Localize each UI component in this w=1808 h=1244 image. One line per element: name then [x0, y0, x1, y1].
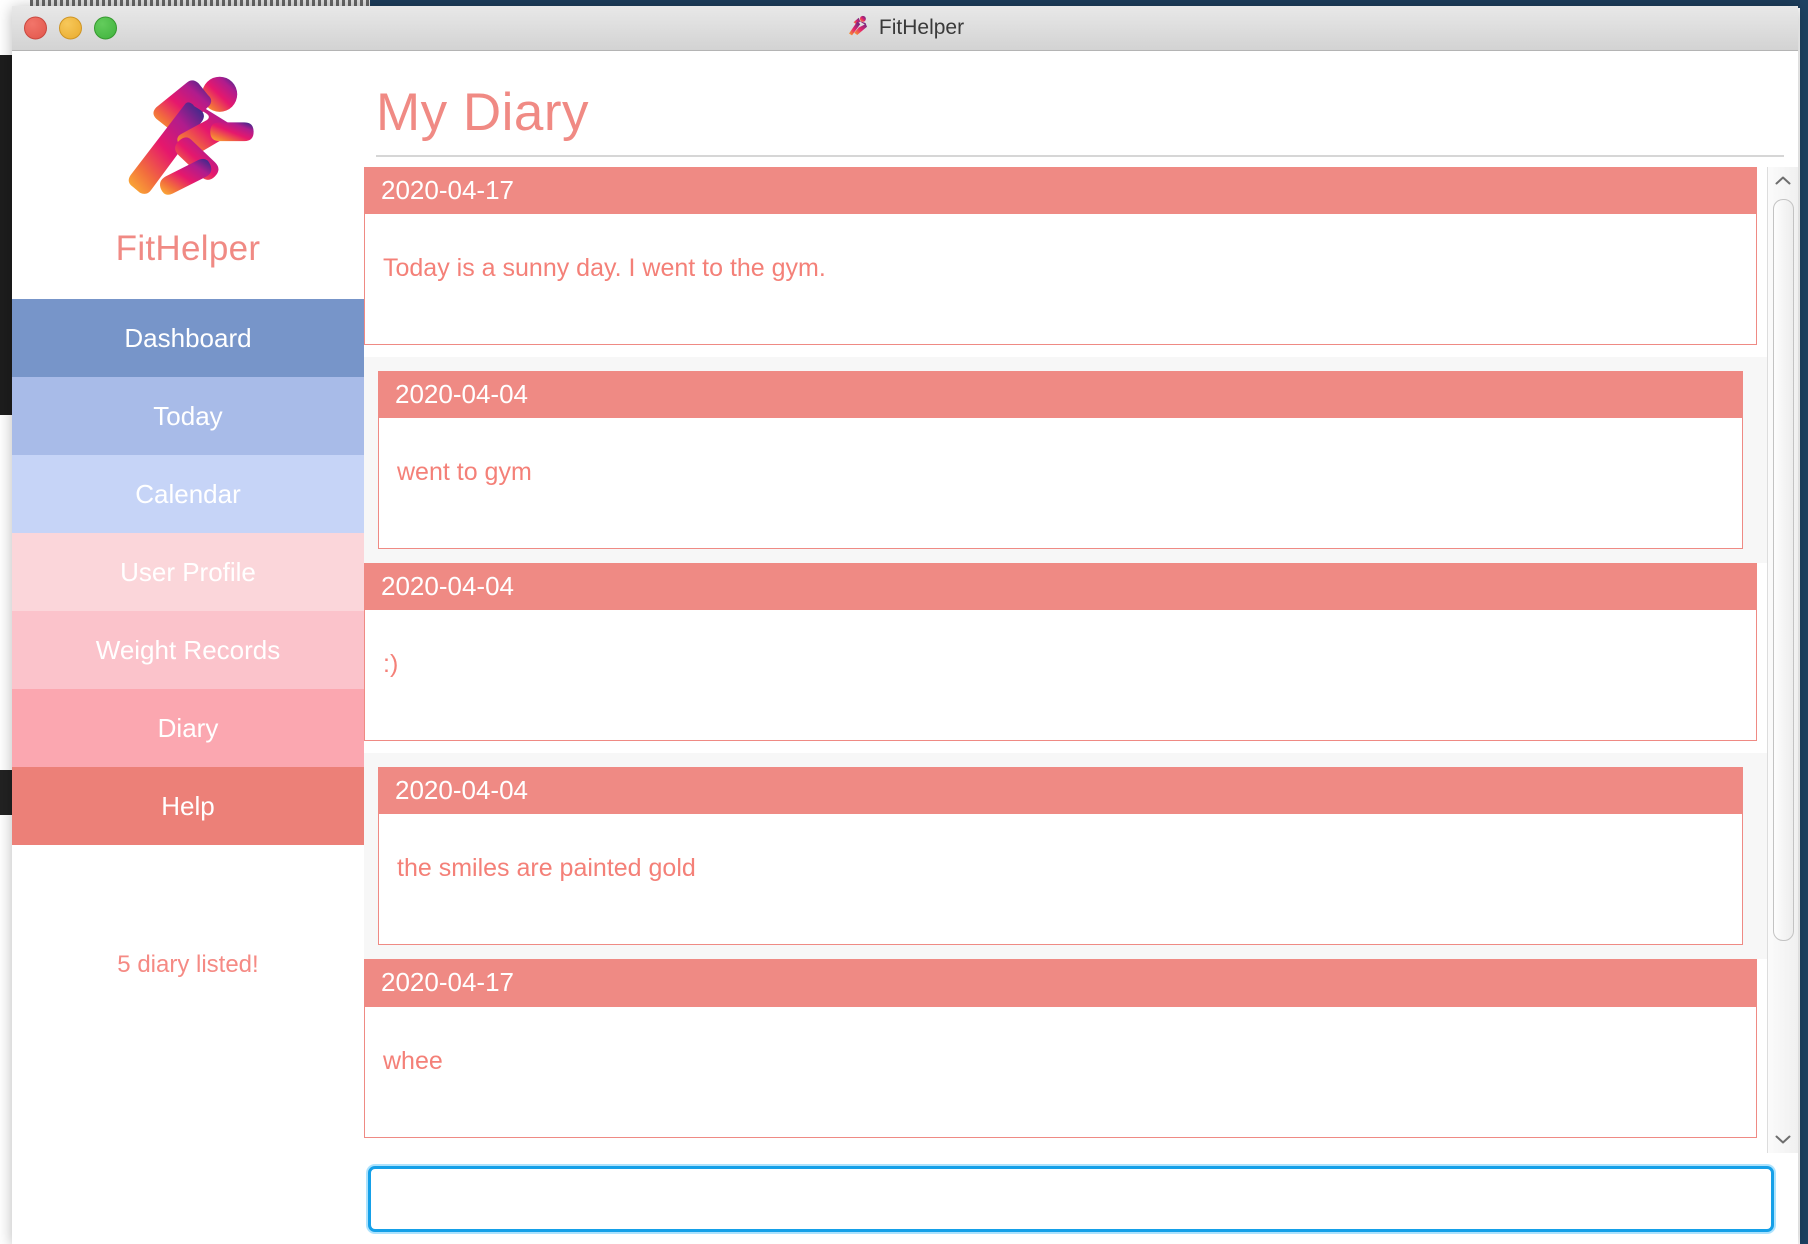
diary-card[interactable]: 2020-04-04 the smiles are painted gold	[378, 767, 1743, 946]
diary-text: the smiles are painted gold	[397, 854, 696, 883]
sidebar-item-weight-records[interactable]: Weight Records	[12, 611, 364, 689]
sidebar-item-today[interactable]: Today	[12, 377, 364, 455]
list-item[interactable]: 2020-04-17 whee	[364, 959, 1767, 1149]
vertical-scrollbar[interactable]	[1767, 166, 1798, 1153]
diary-text: went to gym	[397, 458, 532, 487]
diary-card[interactable]: 2020-04-17 whee	[364, 959, 1757, 1138]
sidebar-item-label: Today	[153, 400, 223, 431]
brand-name: FitHelper	[115, 229, 261, 268]
diary-date: 2020-04-04	[379, 767, 1742, 815]
diary-input-bar	[364, 1153, 1798, 1244]
zoom-button[interactable]	[94, 16, 117, 40]
window-title-group: FitHelper	[846, 14, 964, 43]
diary-date: 2020-04-04	[379, 370, 1742, 419]
fithelper-window: FitHelper FitHelper Dashboard Today Cale…	[12, 6, 1798, 1244]
sidebar-item-calendar[interactable]: Calendar	[12, 455, 364, 533]
diary-date: 2020-04-17	[365, 959, 1756, 1007]
main-panel: My Diary 2020-04-17 Today is a sunny day…	[364, 51, 1798, 1244]
chevron-up-icon[interactable]	[1768, 167, 1798, 195]
diary-text: Today is a sunny day. I went to the gym.	[383, 253, 826, 282]
minimize-button[interactable]	[59, 16, 82, 40]
list-item[interactable]: 2020-04-04 :)	[364, 563, 1767, 753]
sidebar-item-dashboard[interactable]: Dashboard	[12, 299, 364, 377]
window-title: FitHelper	[878, 16, 965, 39]
diary-card[interactable]: 2020-04-17 Today is a sunny day. I went …	[364, 166, 1757, 345]
sidebar-item-help[interactable]: Help	[12, 767, 364, 845]
close-button[interactable]	[24, 16, 47, 40]
scrollbar-track[interactable]	[1768, 195, 1798, 1125]
diary-list[interactable]: 2020-04-17 Today is a sunny day. I went …	[364, 166, 1767, 1153]
diary-date: 2020-04-04	[365, 563, 1756, 611]
background-window-right-edge	[1800, 0, 1808, 1244]
title-divider	[376, 154, 1784, 157]
running-figure-logo	[113, 65, 263, 215]
diary-card[interactable]: 2020-04-04 :)	[364, 563, 1757, 742]
window-title-bar: FitHelper	[12, 6, 1798, 51]
scrollbar-thumb[interactable]	[1773, 198, 1794, 941]
diary-text: whee	[383, 1046, 443, 1075]
sidebar-item-label: Help	[161, 790, 215, 821]
window-body: FitHelper Dashboard Today Calendar User …	[12, 51, 1798, 1244]
sidebar-item-label: Weight Records	[95, 634, 281, 665]
sidebar-nav: Dashboard Today Calendar User Profile We…	[12, 299, 364, 845]
list-item[interactable]: 2020-04-17 Today is a sunny day. I went …	[364, 166, 1767, 357]
diary-text: :)	[383, 650, 399, 679]
diary-scroll-region: 2020-04-17 Today is a sunny day. I went …	[364, 166, 1798, 1153]
diary-count-status: 5 diary listed!	[117, 951, 259, 978]
window-controls	[24, 16, 117, 40]
diary-date: 2020-04-17	[365, 166, 1756, 214]
diary-card[interactable]: 2020-04-04 went to gym	[378, 370, 1743, 550]
sidebar-item-user-profile[interactable]: User Profile	[12, 533, 364, 611]
list-item[interactable]: 2020-04-04 went to gym	[364, 356, 1767, 564]
sidebar-item-label: Calendar	[135, 478, 241, 509]
sidebar-item-label: Diary	[157, 712, 219, 743]
page-title: My Diary	[376, 83, 590, 142]
runner-icon	[846, 14, 870, 43]
sidebar-item-label: User Profile	[120, 556, 256, 587]
sidebar: FitHelper Dashboard Today Calendar User …	[12, 51, 364, 1244]
sidebar-item-diary[interactable]: Diary	[12, 689, 364, 767]
diary-input[interactable]	[368, 1166, 1774, 1232]
list-item[interactable]: 2020-04-04 the smiles are painted gold	[364, 753, 1767, 960]
chevron-down-icon[interactable]	[1768, 1125, 1798, 1153]
sidebar-item-label: Dashboard	[124, 322, 252, 353]
